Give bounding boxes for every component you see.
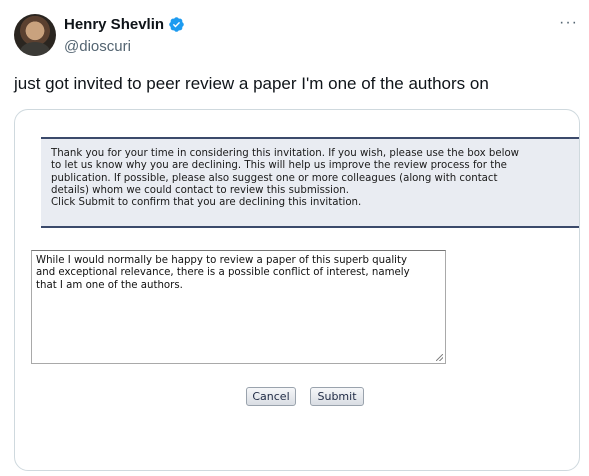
decline-notice: Thank you for your time in considering t… <box>41 137 579 228</box>
attached-screenshot[interactable]: Thank you for your time in considering t… <box>14 109 580 471</box>
cancel-button[interactable]: Cancel <box>246 387 296 406</box>
verified-badge-icon <box>169 17 184 32</box>
author-name-row: Henry Shevlin <box>64 16 185 33</box>
notice-line: publication. If possible, please also su… <box>51 172 498 184</box>
reply-line: that I am one of the authors. <box>36 279 183 291</box>
notice-line: Click Submit to confirm that you are dec… <box>51 197 362 209</box>
notice-line: details) whom we could contact to review… <box>51 184 349 196</box>
more-options-icon[interactable]: ··· <box>559 15 578 31</box>
author-name[interactable]: Henry Shevlin <box>64 16 164 33</box>
decline-reason-textarea[interactable]: While I would normally be happy to revie… <box>31 250 446 364</box>
notice-line: Thank you for your time in considering t… <box>51 148 520 159</box>
author-handle[interactable]: @dioscuri <box>64 38 131 55</box>
submit-button[interactable]: Submit <box>310 387 364 406</box>
reply-line: While I would normally be happy to revie… <box>36 255 408 266</box>
notice-line: to let us know why you are declining. Th… <box>51 160 507 172</box>
resize-grip-icon[interactable] <box>436 354 443 361</box>
author-avatar[interactable] <box>14 14 56 56</box>
tweet-text: just got invited to peer review a paper … <box>14 74 489 93</box>
reply-line: and exceptional relevance, there is a po… <box>36 267 410 279</box>
avatar-shirt <box>20 42 50 56</box>
